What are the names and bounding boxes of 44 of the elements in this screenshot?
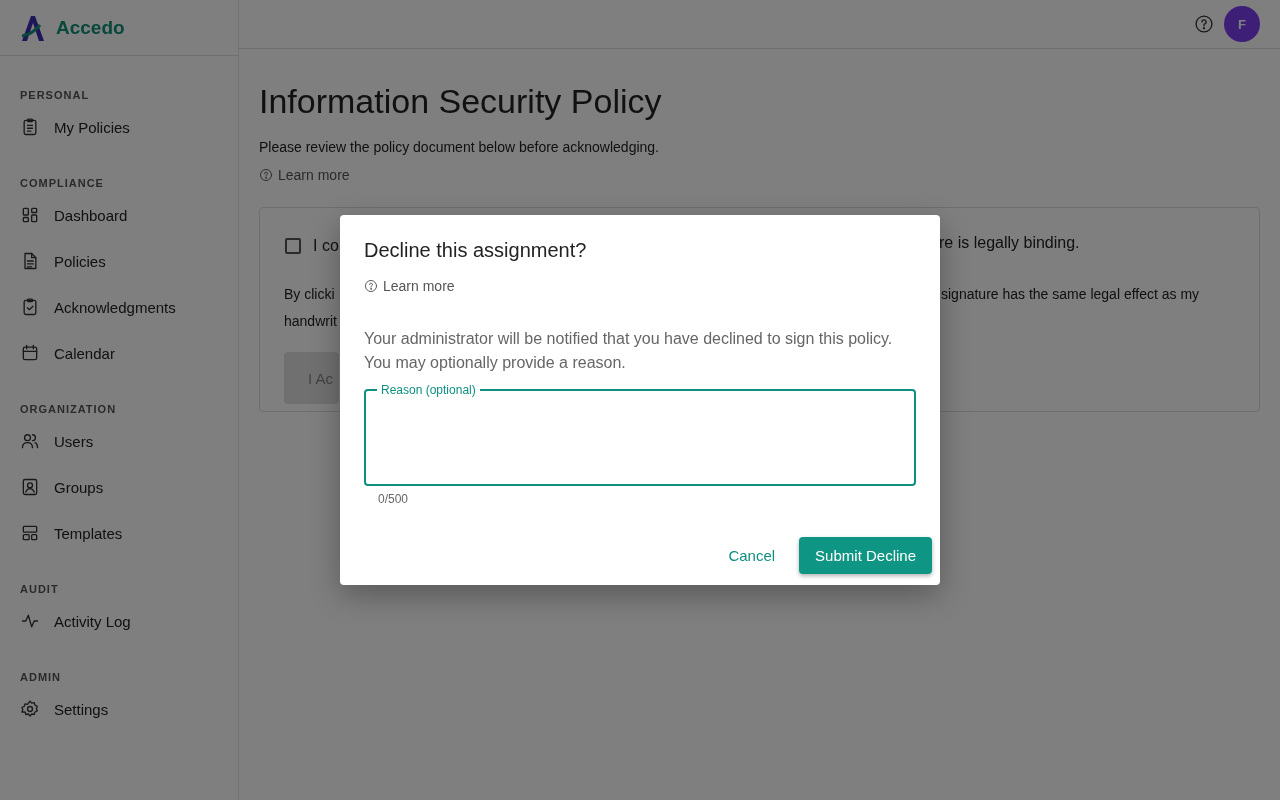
- submit-button[interactable]: Submit Decline: [799, 537, 932, 574]
- help-icon: [259, 168, 273, 182]
- section-heading: ADMIN: [19, 670, 63, 685]
- grid-icon: [20, 205, 40, 225]
- section-heading: ORGANIZATION: [19, 402, 118, 417]
- section-heading: AUDIT: [19, 582, 60, 597]
- section-heading: COMPLIANCE: [19, 176, 105, 191]
- learn-more-link[interactable]: Learn more: [364, 278, 455, 294]
- sidebar-item[interactable]: Groups: [0, 464, 230, 510]
- section-heading: PERSONAL: [19, 88, 91, 103]
- page-subtitle: Please review the policy document below before acknowledging.: [259, 139, 659, 155]
- consent-text: signature has the same legal effect as my: [940, 285, 1201, 304]
- sidebar-item[interactable]: Users: [0, 418, 230, 464]
- checkbox-label: re is legally binding.: [939, 233, 1081, 253]
- contact-card-icon: [20, 477, 40, 497]
- cancel-button[interactable]: Cancel: [720, 537, 784, 574]
- sidebar-item[interactable]: Acknowledgments: [0, 284, 230, 330]
- dialog-title: Decline this assignment?: [364, 239, 587, 262]
- sidebar-item[interactable]: Settings: [0, 686, 230, 732]
- layout-icon: [20, 523, 40, 543]
- checkbox[interactable]: [285, 238, 301, 254]
- sidebar-item[interactable]: Policies: [0, 238, 230, 284]
- help-icon: [1194, 14, 1214, 34]
- calendar-icon: [20, 343, 40, 363]
- checkbox-label: I co: [313, 237, 339, 255]
- help-button[interactable]: [1194, 14, 1214, 34]
- sidebar-item[interactable]: Activity Log: [0, 598, 230, 644]
- sidebar-item[interactable]: Templates: [0, 510, 230, 556]
- consent-text: handwrit: [283, 312, 338, 331]
- logo-icon: [20, 14, 44, 41]
- help-icon: [364, 279, 378, 293]
- character-counter: 0/500: [378, 492, 409, 506]
- reason-field[interactable]: Reason (optional): [364, 383, 916, 486]
- app-name: Accedo: [56, 16, 125, 39]
- dialog-message: Your administrator will be notified that you have declined to sign this policy. You may optionally provide a reason.: [364, 329, 894, 373]
- users-icon: [20, 431, 40, 451]
- sidebar-item[interactable]: My Policies: [0, 104, 230, 150]
- sidebar-item[interactable]: Dashboard: [0, 192, 230, 238]
- avatar[interactable]: F: [1224, 6, 1260, 42]
- sidebar-item[interactable]: Calendar: [0, 330, 230, 376]
- gear-icon: [20, 699, 40, 719]
- learn-more-link[interactable]: Learn more: [259, 167, 350, 183]
- page-title: Information Security Policy: [259, 82, 662, 121]
- consent-text: By clicki: [283, 285, 336, 304]
